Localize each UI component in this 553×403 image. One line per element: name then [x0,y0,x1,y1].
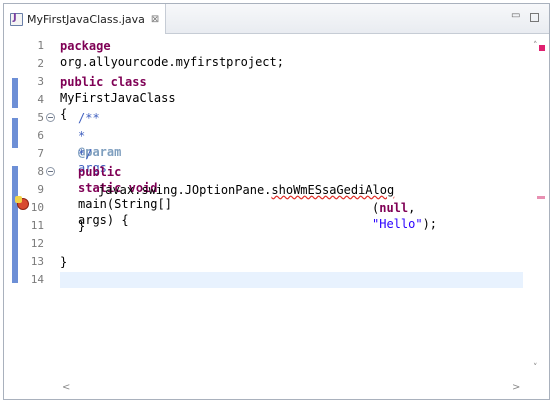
change-marker [12,166,18,283]
code-line: javax.swing.JOptionPane.shoWmESsaGediAlo… [98,182,394,198]
line-number: 9 [37,183,44,196]
line-number: 14 [30,273,44,286]
line-number: 8 [37,165,44,178]
keyword: null [379,201,409,215]
keyword: public [60,75,104,89]
code-line: (null, "Hello"); [372,200,437,232]
line-number: 2 [37,57,44,70]
scroll-right-icon[interactable]: > [512,382,520,393]
code-line: } [78,219,86,233]
fold-toggle-icon[interactable] [46,113,55,122]
code-text: ); [422,217,438,231]
scroll-up-icon[interactable]: ˄ [533,41,538,51]
scroll-left-icon[interactable]: < [62,382,70,393]
close-icon[interactable]: ⊠ [151,14,159,25]
error-overview-icon[interactable] [539,45,545,51]
line-number: 5 [37,111,44,124]
maximize-icon[interactable] [530,13,539,22]
scroll-down-icon[interactable]: ˅ [533,363,538,373]
line-number: 10 [30,201,44,214]
comment: */ [78,147,93,161]
line-number: 13 [30,255,44,268]
comment-text: * [78,129,86,143]
code-text: , [408,201,416,215]
code-line: } [60,255,68,269]
line-number: 12 [30,237,44,250]
minimize-icon[interactable]: ▭ [511,10,523,22]
keyword: package [60,39,111,53]
code-text: org.allyourcode.myfirstproject; [60,55,284,69]
comment: /** [78,111,100,125]
overview-ruler[interactable]: ˄ ˅ [531,35,545,380]
change-ruler [12,35,18,380]
line-number: 4 [37,93,44,106]
string-literal: "Hello" [372,217,423,231]
line-number: 6 [37,129,44,142]
code-text: main(String[] args) { [78,197,172,227]
line-number: 3 [37,75,44,88]
code-line: package org.allyourcode.myfirstproject; [60,38,284,70]
tab-title: MyFirstJavaClass.java [27,12,145,26]
editor-tab[interactable]: MyFirstJavaClass.java ⊠ [4,4,166,34]
current-line-highlight [60,272,523,288]
change-marker [12,118,18,148]
code-text: javax.swing.JOptionPane. [98,183,272,197]
line-number: 1 [37,39,44,52]
error-overview-marker[interactable] [537,196,545,199]
editor-window: MyFirstJavaClass.java ⊠ ▭ 1 package org.… [3,3,550,400]
line-number: 7 [37,147,44,160]
error-token[interactable]: shoWmESsaGediAlog [271,183,394,197]
keyword: class [110,75,147,89]
change-marker [12,78,18,108]
editor-tab-bar: MyFirstJavaClass.java ⊠ ▭ [4,4,549,34]
keyword: public [78,165,122,179]
fold-toggle-icon[interactable] [46,167,55,176]
code-editor[interactable]: 1 package org.allyourcode.myfirstproject… [4,35,549,380]
horizontal-scrollbar[interactable]: < > [56,380,532,398]
java-file-icon [10,12,23,26]
line-number: 11 [30,219,44,232]
